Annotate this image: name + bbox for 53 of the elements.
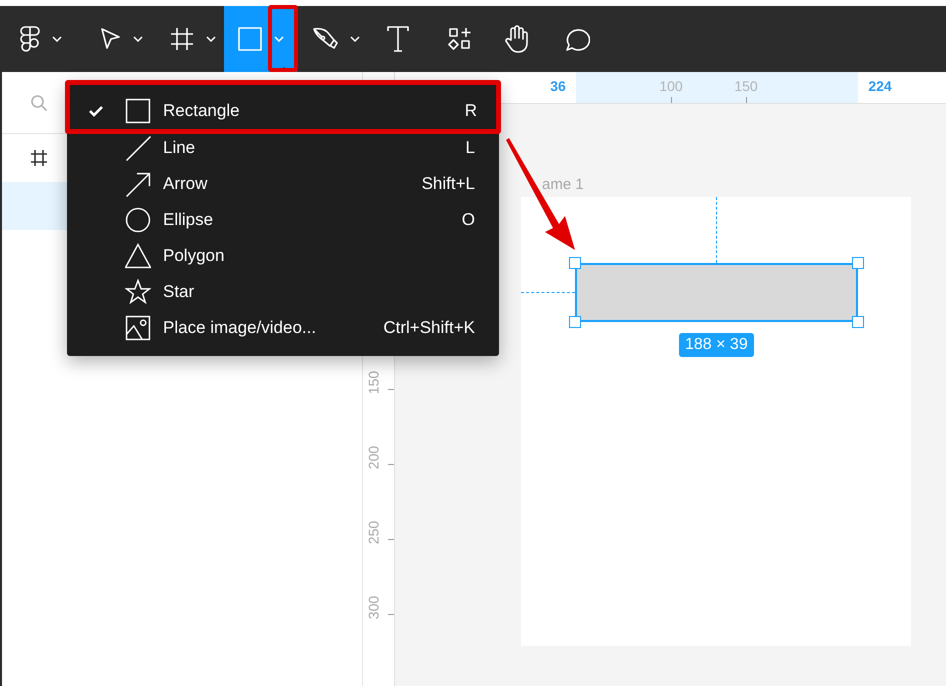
- square-icon: [238, 27, 262, 51]
- menu-item[interactable]: Star: [67, 274, 499, 310]
- arrow-icon: [125, 171, 151, 197]
- ruler-label: 224: [867, 77, 893, 96]
- menu-label: Polygon: [163, 245, 226, 268]
- menu-label: Place image/video...: [163, 317, 318, 340]
- resize-handle[interactable]: [852, 316, 864, 328]
- shortcut-label: Ctrl+Shift+K: [383, 317, 475, 340]
- shapes-icon: [448, 27, 472, 51]
- menu-item[interactable]: Polygon: [67, 238, 499, 274]
- hand-icon: [504, 25, 530, 53]
- ruler-label: 200: [364, 444, 382, 472]
- resize-handle[interactable]: [852, 257, 864, 269]
- guide-line: [716, 197, 717, 263]
- guide-line: [521, 292, 575, 293]
- menu-item[interactable]: Arrow Shift+L: [67, 166, 499, 202]
- shortcut-label: O: [462, 209, 475, 232]
- frame-icon: [170, 27, 194, 51]
- resize-handle[interactable]: [569, 316, 581, 328]
- square-icon: [125, 98, 151, 124]
- line-icon: [125, 135, 151, 161]
- ruler-label: 100: [658, 77, 684, 96]
- menu-label: Ellipse: [163, 209, 214, 232]
- ruler-label: 36: [549, 77, 567, 96]
- ruler-label: 150: [364, 370, 382, 396]
- resize-handle[interactable]: [569, 257, 581, 269]
- menu-label: Rectangle: [163, 100, 241, 122]
- size-badge: 188 × 39: [679, 333, 754, 357]
- menu-item[interactable]: Place image/video... Ctrl+Shift+K: [67, 310, 499, 346]
- triangle-icon: [125, 243, 151, 269]
- search-icon: [30, 94, 48, 112]
- ruler-label: 150: [733, 77, 759, 96]
- menu-label: Star: [163, 281, 196, 304]
- ruler-label: 300: [364, 594, 382, 622]
- text-icon: [387, 26, 409, 52]
- menu-item[interactable]: Ellipse O: [67, 202, 499, 238]
- ruler-label: 250: [364, 520, 382, 546]
- image-icon: [125, 315, 151, 341]
- pen-icon: [312, 26, 338, 52]
- hash-icon: [30, 149, 48, 167]
- pointer-icon: [99, 27, 121, 51]
- figma-logo-icon: [20, 26, 40, 52]
- menu-item[interactable]: Line L: [67, 130, 499, 166]
- menu-item[interactable]: Rectangle R: [67, 93, 496, 129]
- menu-label: Line: [163, 137, 196, 160]
- star-icon: [125, 279, 151, 305]
- menu-label: Arrow: [163, 173, 208, 196]
- circle-icon: [125, 207, 151, 233]
- frame-label: ame 1: [542, 175, 584, 195]
- shortcut-label: R: [464, 100, 477, 122]
- highlight-frame: [268, 5, 298, 72]
- shortcut-label: L: [466, 137, 475, 160]
- shortcut-label: Shift+L: [422, 173, 475, 196]
